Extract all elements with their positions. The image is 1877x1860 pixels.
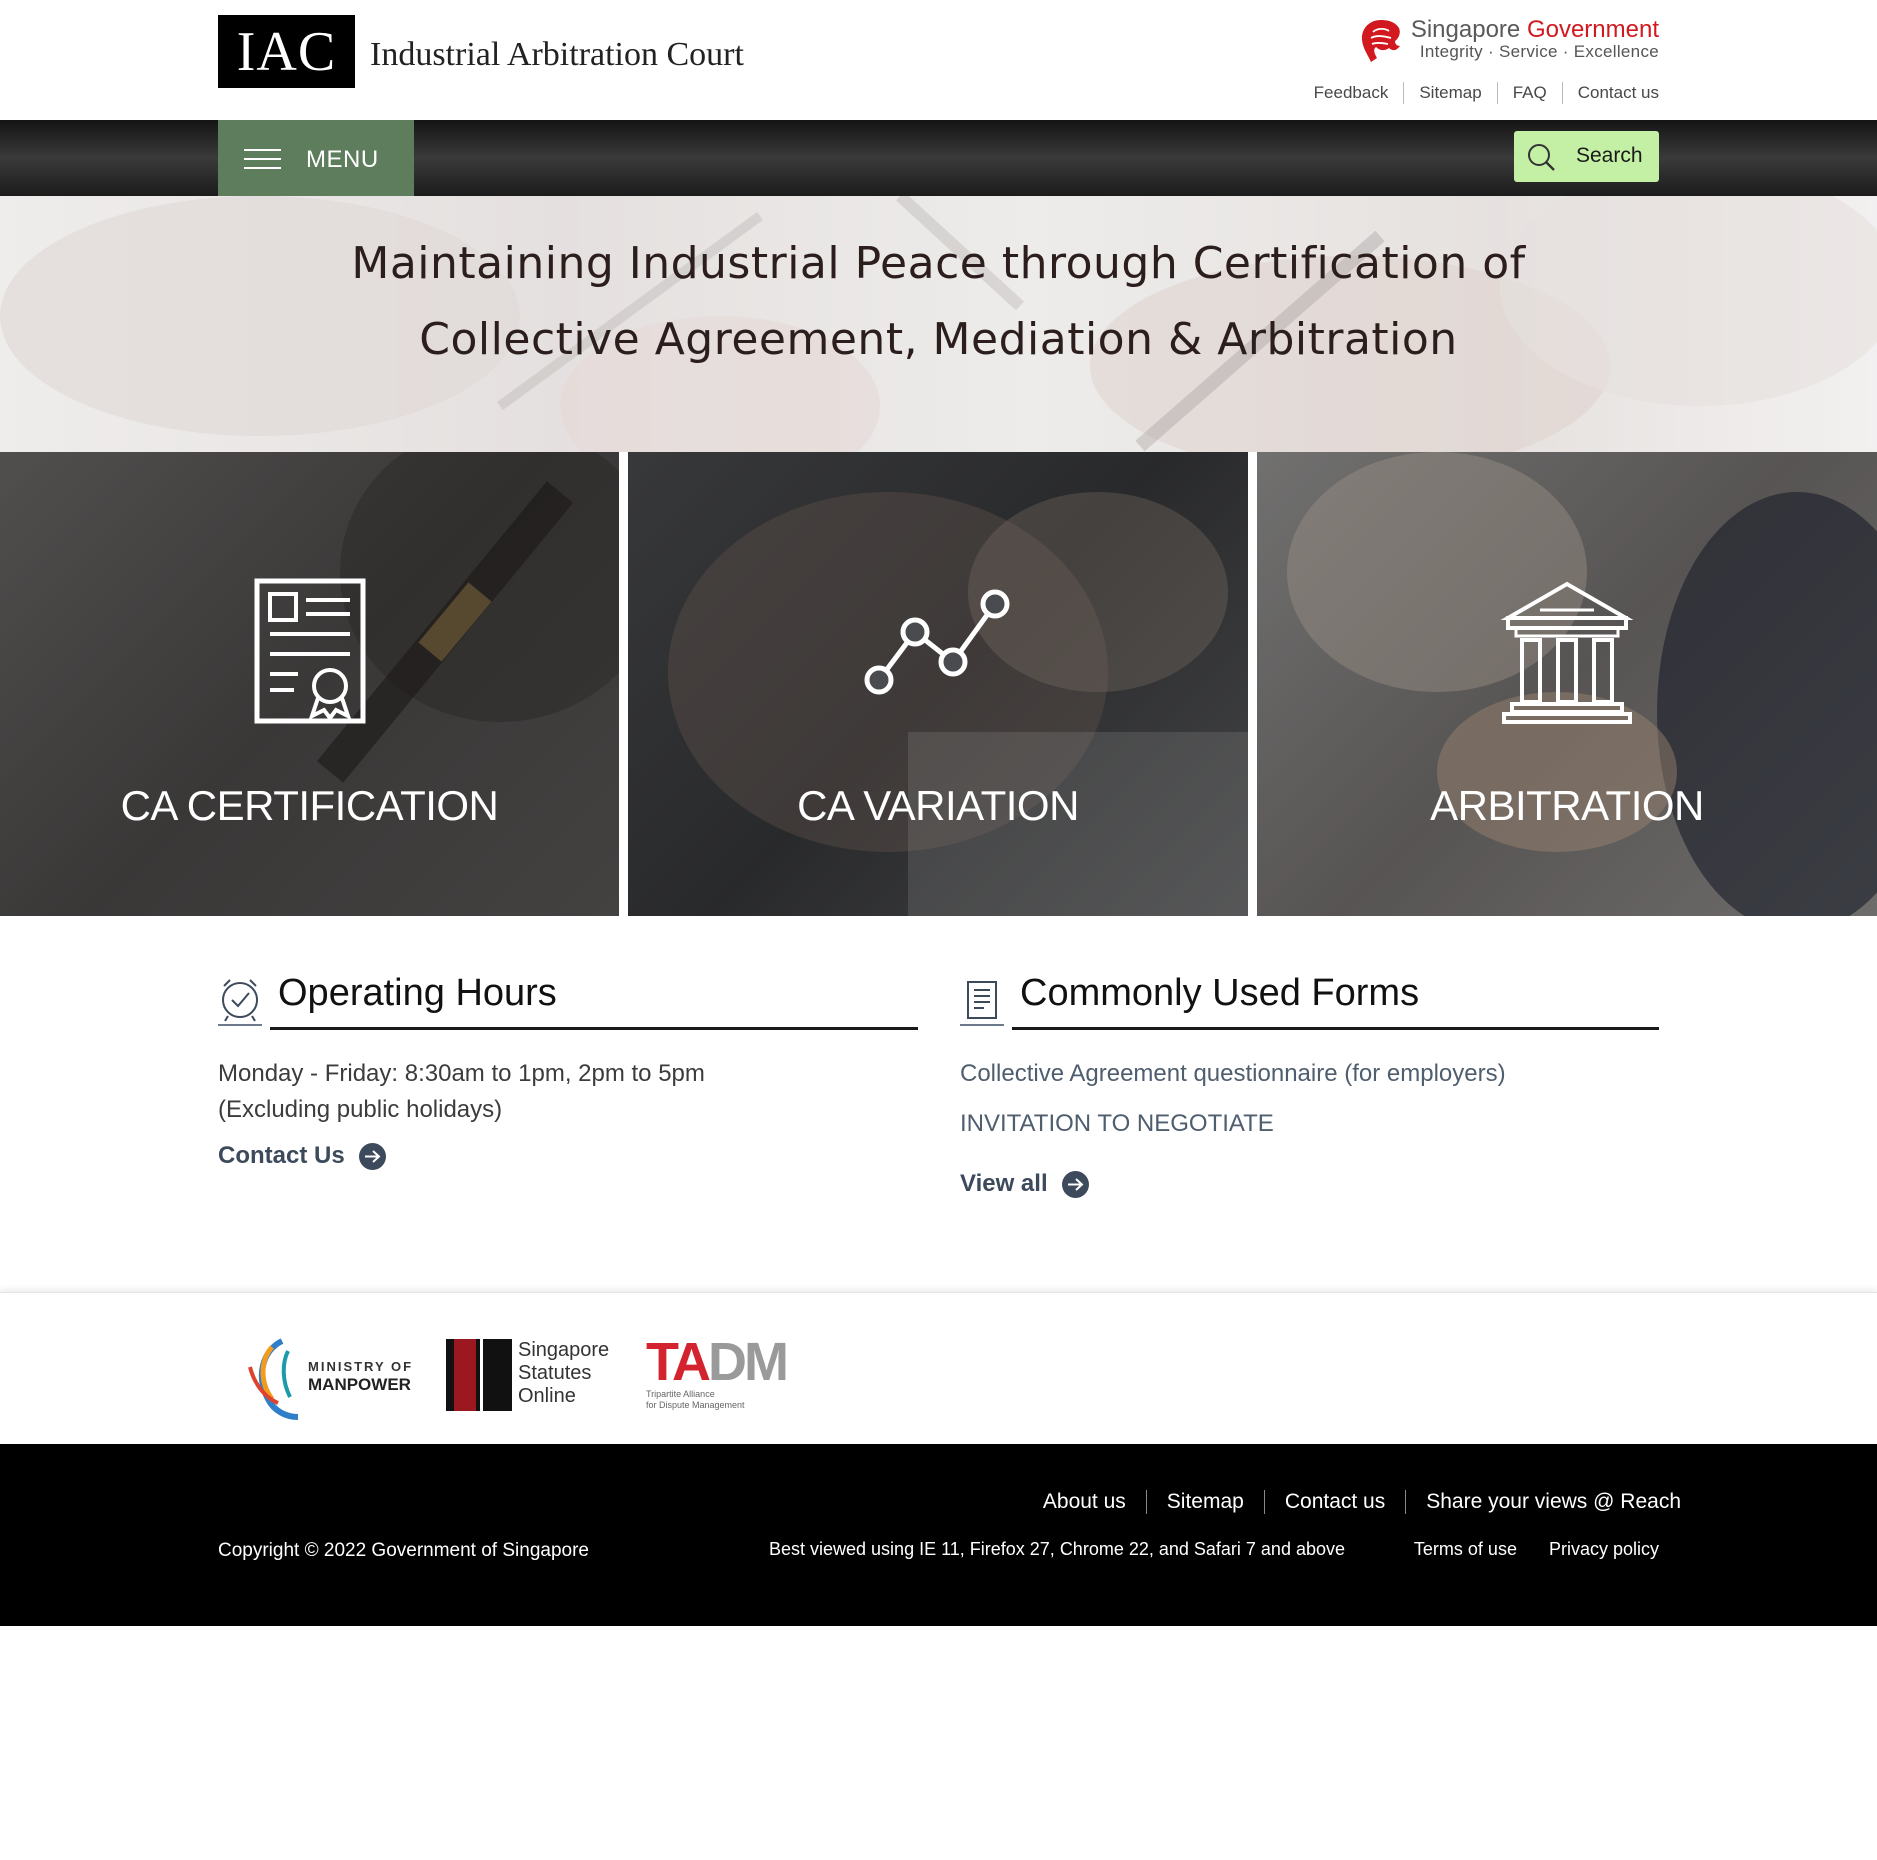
mom-logo[interactable]: MINISTRY OF MANPOWER [242,1337,412,1421]
site-footer: About us Sitemap Contact us Share your v… [0,1444,1877,1626]
footer-about-us-link[interactable]: About us [1023,1490,1146,1514]
contact-us-link[interactable]: Contact us [1561,82,1659,104]
hero-title: Maintaining Industrial Peace through Cer… [0,226,1877,378]
hamburger-icon [244,149,281,169]
tile-arbitration[interactable]: ARBITRATION [1257,452,1877,916]
menu-button[interactable]: MENU [218,120,414,196]
hours-text: Monday - Friday: 8:30am to 1pm, 2pm to 5… [218,1056,918,1128]
sg-gov-tagline: Integrity · Service · Excellence [1419,42,1659,61]
tadm-line-1: Tripartite Alliance [646,1389,715,1399]
sg-gov-title-plain: Singapore [1410,16,1521,43]
service-tiles: CA CERTIFICATION CA VARIATION ARBITRATIO… [0,452,1877,916]
contact-us-more-link[interactable]: Contact Us [218,1142,386,1170]
section-header: Operating Hours [218,972,918,1030]
tadm-line-2: for Dispute Management [646,1400,745,1410]
section-divider [1012,1027,1659,1030]
nav-bar: MENU Search [0,120,1877,196]
arrow-right-icon [358,1142,386,1170]
commonly-used-forms-section: Commonly Used Forms Collective Agreement… [960,972,1659,1198]
sso-line-2: Statutes [518,1362,592,1384]
tadm-logo[interactable]: TADM Tripartite Alliance for Dispute Man… [646,1335,816,1415]
privacy-policy-link[interactable]: Privacy policy [1549,1539,1659,1560]
tile-ca-certification[interactable]: CA CERTIFICATION [0,452,619,916]
hero-banner: Maintaining Industrial Peace through Cer… [0,196,1877,452]
partner-logos: MINISTRY OF MANPOWER Singapore Statutes … [0,1292,1877,1445]
utility-links: Feedback Sitemap FAQ Contact us [1299,82,1659,104]
tadm-dm: DM [707,1332,789,1392]
forms-list: Collective Agreement questionnaire (for … [960,1056,1659,1142]
arrow-right-icon [1061,1170,1089,1198]
certificate-icon [254,578,365,724]
alarm-clock-icon [218,979,262,1026]
sg-gov-title: Singapore Government [1411,16,1659,44]
tile-label: CA VARIATION [797,782,1079,829]
sso-line-3: Online [518,1385,576,1407]
document-icon [960,981,1004,1026]
legal-links: Terms of use Privacy policy [1382,1539,1659,1560]
tile-ca-variation[interactable]: CA VARIATION [628,452,1248,916]
hero-line-2: Collective Agreement, Mediation & Arbitr… [419,314,1458,365]
form-link-invitation-to-negotiate[interactable]: INVITATION TO NEGOTIATE [960,1106,1659,1142]
section-title: Operating Hours [278,972,557,1014]
sitemap-link[interactable]: Sitemap [1403,82,1496,104]
search-icon [1528,144,1555,171]
footer-reach-link[interactable]: Share your views @ Reach [1405,1490,1681,1514]
iac-logo[interactable]: IAC [218,15,355,88]
view-all-link[interactable]: View all [960,1170,1089,1198]
mom-line-1: MINISTRY OF [308,1359,414,1374]
singapore-government-brand[interactable]: Singapore Government Integrity · Service… [1359,16,1659,64]
section-divider [270,1027,918,1030]
sso-logo[interactable]: Singapore Statutes Online [446,1339,616,1411]
link-label: Contact Us [218,1142,345,1169]
sso-line-1: Singapore [518,1339,610,1361]
tadm-ta: TA [646,1332,711,1392]
copyright: Copyright © 2022 Government of Singapore [218,1540,589,1561]
mom-emblem-icon [248,1338,299,1420]
page: IAC Industrial Arbitration Court Singapo… [0,0,1877,1860]
site-header: IAC Industrial Arbitration Court Singapo… [0,0,1877,120]
form-link-ca-questionnaire[interactable]: Collective Agreement questionnaire (for … [960,1056,1659,1092]
mom-line-2: MANPOWER [308,1375,411,1394]
hero-line-1: Maintaining Industrial Peace through Cer… [351,238,1526,289]
courthouse-icon [1500,581,1634,724]
sso-emblem-icon [446,1339,512,1411]
line-graph-icon [864,589,1010,695]
hours-line-1: Monday - Friday: 8:30am to 1pm, 2pm to 5… [218,1060,705,1087]
operating-hours-section: Operating Hours Monday - Friday: 8:30am … [218,972,918,1170]
footer-links: About us Sitemap Contact us Share your v… [1023,1490,1681,1514]
logo-abbr: IAC [236,20,337,83]
link-label: View all [960,1170,1048,1197]
footer-sitemap-link[interactable]: Sitemap [1145,1490,1264,1514]
terms-of-use-link[interactable]: Terms of use [1414,1539,1517,1560]
tile-label: CA CERTIFICATION [120,782,499,829]
tadm-wordmark: TADM [646,1332,789,1392]
search-button[interactable]: Search [1514,131,1659,182]
section-title: Commonly Used Forms [1020,972,1420,1014]
tile-label: ARBITRATION [1430,782,1704,829]
menu-label: MENU [306,146,379,173]
section-header: Commonly Used Forms [960,972,1659,1030]
faq-link[interactable]: FAQ [1496,82,1562,104]
browser-support-note: Best viewed using IE 11, Firefox 27, Chr… [769,1539,1345,1559]
footer-contact-us-link[interactable]: Contact us [1263,1490,1405,1514]
site-name[interactable]: Industrial Arbitration Court [370,36,744,74]
hours-line-2: (Excluding public holidays) [218,1096,503,1123]
feedback-link[interactable]: Feedback [1299,82,1404,104]
sg-gov-title-red: Government [1526,16,1659,43]
lion-head-icon [1361,20,1400,62]
search-label: Search [1576,144,1643,167]
